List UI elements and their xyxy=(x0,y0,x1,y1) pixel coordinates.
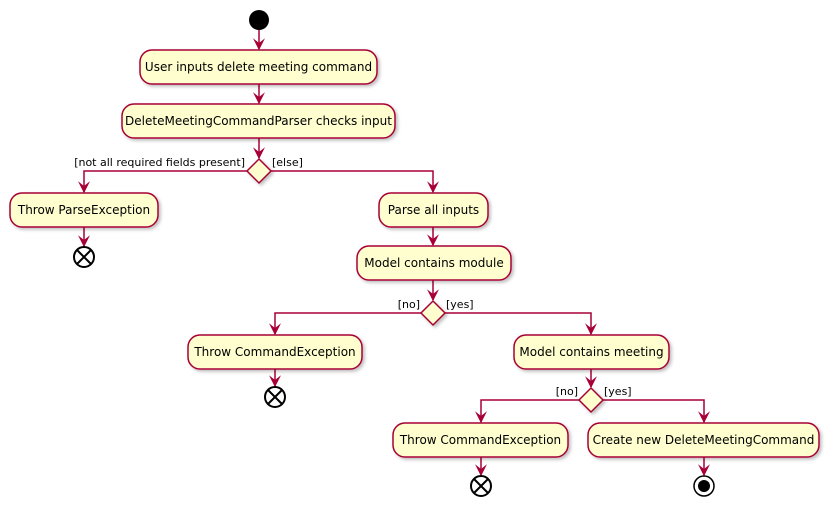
guard-no: [no] xyxy=(398,298,420,311)
svg-text:Model contains meeting: Model contains meeting xyxy=(519,345,663,359)
activity-model-contains-module: Model contains module xyxy=(356,245,512,281)
edge xyxy=(603,399,710,424)
end-node xyxy=(470,475,492,497)
activity-parse-all-inputs: Parse all inputs xyxy=(378,192,489,228)
edge xyxy=(475,399,579,424)
activity-user-inputs: User inputs delete meeting command xyxy=(139,49,378,85)
guard-no: [no] xyxy=(556,385,578,398)
stop-node xyxy=(693,475,715,497)
svg-text:Throw ParseException: Throw ParseException xyxy=(17,203,150,217)
svg-text:Throw CommandException: Throw CommandException xyxy=(193,345,355,359)
svg-text:Model contains module: Model contains module xyxy=(364,256,503,270)
activity-throw-parse-exception: Throw ParseException xyxy=(9,192,159,228)
svg-text:Create new DeleteMeetingComman: Create new DeleteMeetingCommand xyxy=(593,433,815,447)
activity-create-delete-meeting-command: Create new DeleteMeetingCommand xyxy=(587,422,820,458)
edge xyxy=(445,312,597,336)
svg-text:DeleteMeetingCommandParser che: DeleteMeetingCommandParser checks input xyxy=(125,114,392,128)
end-node xyxy=(264,386,286,408)
decision-contains-module xyxy=(419,299,447,327)
decision-fields-present xyxy=(245,157,273,185)
svg-text:User inputs delete meeting com: User inputs delete meeting command xyxy=(145,60,372,74)
svg-text:Parse all inputs: Parse all inputs xyxy=(388,203,479,217)
guard-not-all-fields: [not all required fields present] xyxy=(74,156,245,169)
activity-throw-command-exception: Throw CommandException xyxy=(187,334,363,370)
edge xyxy=(271,170,439,194)
svg-text:Throw CommandException: Throw CommandException xyxy=(399,433,561,447)
guard-else: [else] xyxy=(272,156,303,169)
end-node xyxy=(73,246,95,268)
activity-model-contains-meeting: Model contains meeting xyxy=(513,334,670,370)
decision-contains-meeting xyxy=(577,386,605,414)
guard-yes: [yes] xyxy=(604,385,632,398)
activity-diagram: User inputs delete meeting command Delet… xyxy=(9,10,820,497)
start-node xyxy=(249,10,269,30)
activity-parser-checks: DeleteMeetingCommandParser checks input xyxy=(121,103,396,139)
activity-throw-command-exception: Throw CommandException xyxy=(392,422,569,458)
guard-yes: [yes] xyxy=(446,298,474,311)
edge xyxy=(269,312,421,336)
edge xyxy=(78,170,247,194)
